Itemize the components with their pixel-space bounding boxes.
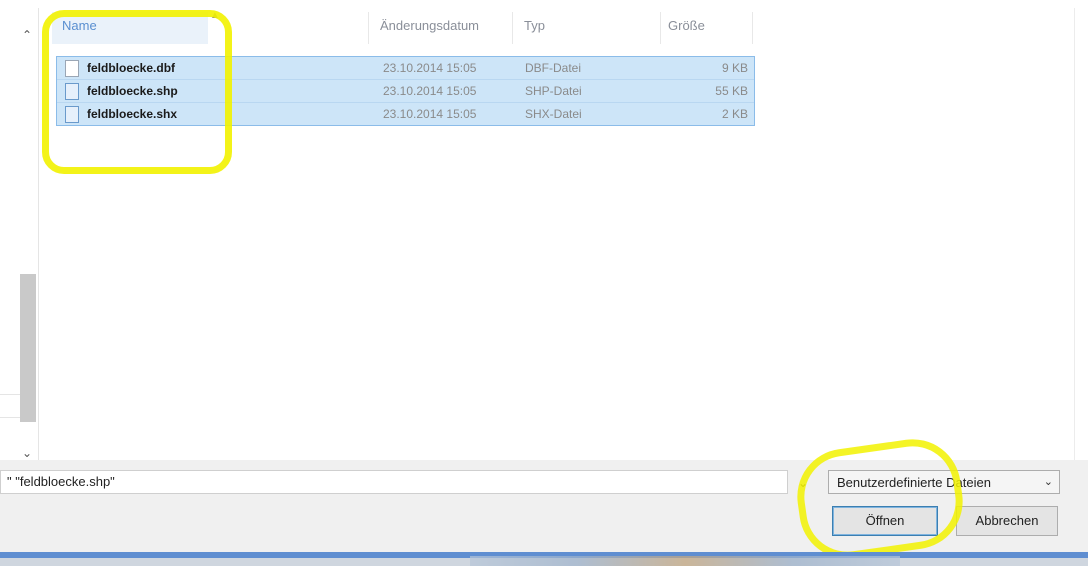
- file-date: 23.10.2014 15:05: [383, 107, 477, 121]
- file-type: DBF-Datei: [525, 61, 582, 75]
- file-size: 55 KB: [715, 84, 748, 98]
- file-size: 2 KB: [721, 107, 748, 121]
- file-type: SHP-Datei: [525, 84, 582, 98]
- column-separator[interactable]: [660, 12, 661, 44]
- file-list-right-edge: [1074, 8, 1088, 460]
- scroll-up-icon[interactable]: ⌃: [22, 28, 32, 42]
- column-header-date[interactable]: Änderungsdatum: [380, 18, 479, 33]
- taskbar-fragment: [470, 556, 900, 566]
- cancel-button[interactable]: Abbrechen: [956, 506, 1058, 536]
- filename-input[interactable]: " "feldbloecke.shp": [0, 470, 788, 494]
- window-top-strip: [0, 0, 1088, 8]
- scroll-track-divider: [0, 394, 20, 418]
- column-separator[interactable]: [368, 12, 369, 44]
- scrollbar-thumb[interactable]: [20, 274, 36, 422]
- yellow-highlight-marker-files: [42, 10, 232, 174]
- file-size: 9 KB: [721, 61, 748, 75]
- column-separator[interactable]: [752, 12, 753, 44]
- file-date: 23.10.2014 15:05: [383, 61, 477, 75]
- column-header-type[interactable]: Typ: [524, 18, 545, 33]
- navigation-pane-scrollbar[interactable]: ⌃ ⌄: [0, 8, 39, 460]
- column-separator[interactable]: [512, 12, 513, 44]
- scroll-down-icon[interactable]: ⌄: [22, 446, 32, 460]
- column-header-size[interactable]: Größe: [668, 18, 705, 33]
- chevron-down-icon: ⌄: [1043, 476, 1053, 488]
- file-date: 23.10.2014 15:05: [383, 84, 477, 98]
- file-type: SHX-Datei: [525, 107, 582, 121]
